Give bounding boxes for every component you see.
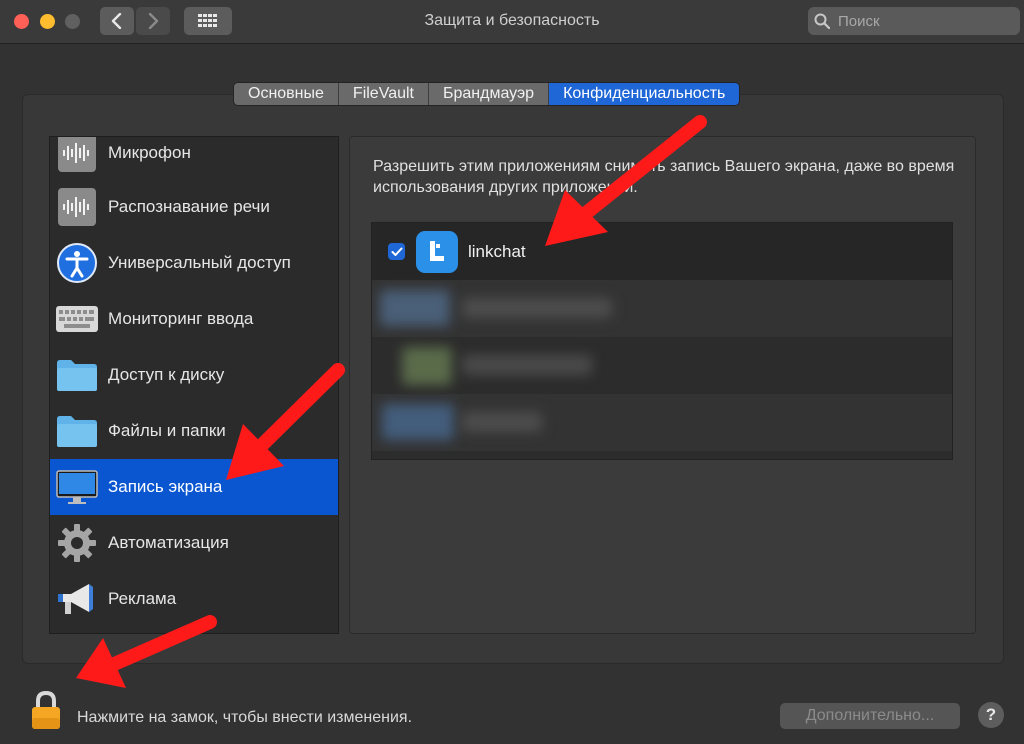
linkchat-app-icon [416, 230, 458, 273]
blurred-app-icon [382, 404, 454, 440]
app-permission-checkbox[interactable] [388, 243, 405, 260]
help-button[interactable]: ? [978, 702, 1004, 728]
sidebar-item-screen-recording[interactable]: Запись экрана [50, 459, 338, 515]
megaphone-icon [56, 578, 98, 620]
display-icon [56, 466, 98, 508]
search-input[interactable] [808, 7, 1020, 35]
app-list[interactable]: linkchat [371, 222, 953, 460]
tab-privacy[interactable]: Конфиденциальность [549, 83, 740, 105]
sidebar-item-label: Автоматизация [108, 533, 229, 552]
sidebar-item-label: Распознавание речи [108, 197, 270, 216]
permission-description: Разрешить этим приложениям снимать запис… [373, 158, 955, 196]
padlock-icon [32, 690, 60, 729]
blurred-app-name [462, 298, 612, 318]
lock-instruction-text: Нажмите на замок, чтобы внести изменения… [77, 709, 413, 726]
microphone-waveform-icon [56, 137, 98, 174]
blurred-app-name [462, 412, 542, 432]
sidebar-item-label: Микрофон [108, 143, 191, 162]
keyboard-icon [56, 298, 98, 340]
sidebar-item-label: Файлы и папки [108, 421, 226, 440]
blurred-app-icon [380, 290, 450, 326]
app-row-blurred[interactable] [372, 337, 952, 394]
folder-icon [56, 410, 98, 452]
privacy-category-list[interactable]: Микрофон Распознавание речи Универсальны… [49, 136, 339, 634]
blurred-app-name [462, 355, 592, 375]
sidebar-item-advertising[interactable]: Реклама [50, 571, 338, 627]
blurred-app-icon [402, 347, 452, 385]
sidebar-item-label: Универсальный доступ [108, 253, 291, 272]
app-row-blurred[interactable] [372, 394, 952, 451]
sidebar-item-files-and-folders[interactable]: Файлы и папки [50, 403, 338, 459]
tab-firewall[interactable]: Брандмауэр [428, 83, 550, 105]
sidebar-item-label: Реклама [108, 589, 177, 608]
title-bar: Защита и безопасность [0, 0, 1024, 44]
sidebar-item-label: Доступ к диску [108, 365, 225, 384]
accessibility-icon [56, 242, 98, 284]
sidebar-item-input-monitoring[interactable]: Мониторинг ввода [50, 291, 338, 347]
sidebar-item-automation[interactable]: Автоматизация [50, 515, 338, 571]
tab-general[interactable]: Основные [234, 83, 339, 105]
sidebar-item-label: Запись экрана [108, 477, 223, 496]
lock-button[interactable] [30, 690, 62, 735]
sidebar-item-accessibility[interactable]: Универсальный доступ [50, 235, 338, 291]
sidebar-item-disk-access[interactable]: Доступ к диску [50, 347, 338, 403]
advanced-button[interactable]: Дополнительно... [780, 703, 960, 729]
app-row-blurred[interactable] [372, 280, 952, 337]
search-icon [814, 13, 830, 29]
gear-icon [56, 522, 98, 564]
speech-waveform-icon [56, 186, 98, 228]
sidebar-item-microphone[interactable]: Микрофон [50, 137, 338, 181]
app-row-linkchat[interactable]: linkchat [372, 223, 952, 280]
checkmark-icon [391, 247, 402, 256]
tab-bar: Основные FileVault Брандмауэр Конфиденци… [233, 82, 741, 106]
folder-icon [56, 354, 98, 396]
tab-filevault[interactable]: FileVault [338, 83, 429, 105]
app-name: linkchat [468, 241, 526, 261]
sidebar-item-label: Мониторинг ввода [108, 309, 254, 328]
sidebar-item-speech-recognition[interactable]: Распознавание речи [50, 179, 338, 235]
